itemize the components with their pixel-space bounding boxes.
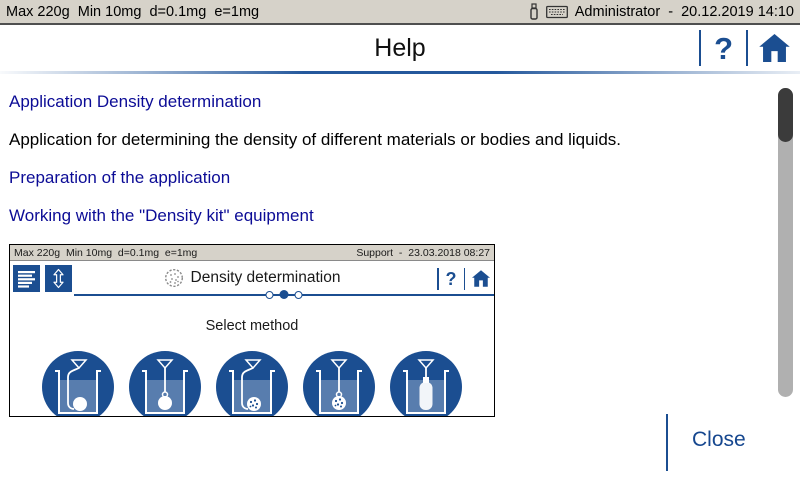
embed-help-icon: ? (446, 270, 457, 288)
link-application-density[interactable]: Application Density determination (9, 92, 800, 112)
method-icon-row (10, 351, 494, 417)
page-dot (295, 291, 303, 299)
embed-status-bar: Max 220g Min 10mg d=0.1mg e=1mg Support … (10, 245, 494, 261)
method-pycnometer-bottle-icon (390, 351, 462, 417)
status-bar-right: Administrator - 20.12.2019 14:10 (529, 3, 794, 20)
home-icon (759, 34, 790, 62)
help-button[interactable]: ? (712, 33, 735, 64)
density-sphere-icon (164, 268, 184, 288)
page-dot-active (280, 290, 289, 299)
help-screen: Max 220g Min 10mg d=0.1mg e=1mg Administ… (0, 0, 800, 480)
home-button[interactable] (759, 34, 790, 62)
divider (746, 30, 748, 66)
link-preparation[interactable]: Preparation of the application (9, 168, 800, 188)
embed-metrology-info: Max 220g Min 10mg d=0.1mg e=1mg (14, 247, 197, 259)
embed-title-group: Density determination (10, 261, 494, 294)
scrollbar-thumb[interactable] (778, 88, 793, 142)
embed-task-list-button (13, 265, 40, 292)
embed-app-title: Density determination (191, 269, 341, 287)
embed-toolbar-underline (74, 294, 494, 296)
embed-user-datetime: Support - 23.03.2018 08:27 (356, 247, 490, 259)
metrology-info: Max 220g Min 10mg d=0.1mg e=1mg (6, 4, 259, 20)
link-working-density-kit[interactable]: Working with the "Density kit" equipment (9, 206, 800, 226)
method-porous-sample-suspended-icon (303, 351, 375, 417)
usb-stick-icon (529, 3, 539, 20)
divider (699, 30, 701, 66)
method-solid-sample-suspended-icon (129, 351, 201, 417)
embed-home-icon (472, 270, 490, 287)
method-solid-sample-on-hook-icon (42, 351, 114, 417)
divider (437, 268, 439, 290)
method-porous-sample-on-hook-icon (216, 351, 288, 417)
embedded-screenshot: Max 220g Min 10mg d=0.1mg e=1mg Support … (9, 244, 495, 417)
page-title: Help (0, 34, 800, 63)
up-down-arrows-icon (48, 268, 69, 289)
embed-select-method-label: Select method (10, 318, 494, 334)
title-bar-actions: ? (699, 30, 800, 66)
page-indicator (266, 290, 303, 299)
status-bar: Max 220g Min 10mg d=0.1mg e=1mg Administ… (0, 0, 800, 25)
embed-sort-button (45, 265, 72, 292)
description-text: Application for determining the density … (9, 130, 800, 150)
title-bar: Help ? (0, 25, 800, 71)
help-content: Application Density determination Applic… (0, 74, 800, 417)
divider (464, 268, 466, 290)
embed-toolbar-actions: ? (437, 268, 490, 290)
close-button[interactable]: Close (692, 428, 746, 452)
keyboard-icon (546, 5, 568, 19)
task-list-icon (17, 269, 36, 288)
embed-toolbar: Density determination ? (10, 261, 494, 294)
page-dot (266, 291, 274, 299)
footer-divider (666, 414, 668, 471)
user-datetime: Administrator - 20.12.2019 14:10 (575, 4, 794, 20)
